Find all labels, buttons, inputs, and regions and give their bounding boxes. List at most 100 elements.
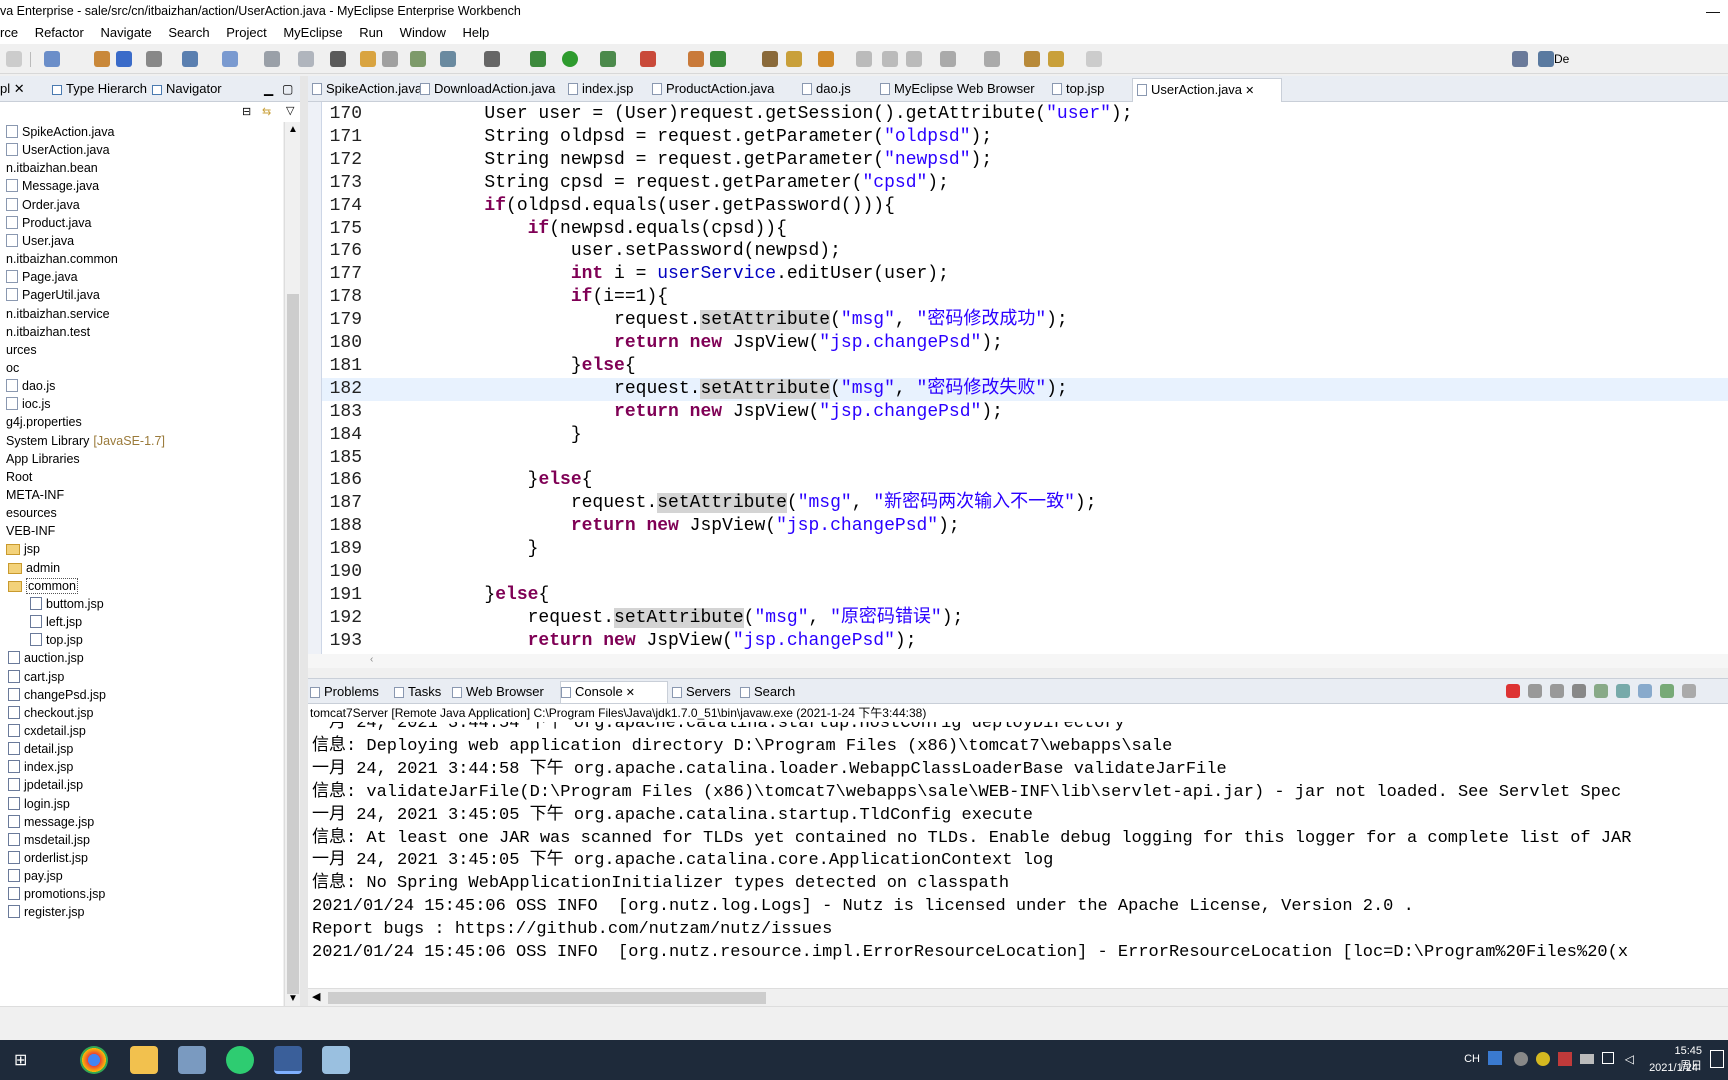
notepad-icon[interactable] xyxy=(322,1046,350,1074)
menu-search[interactable]: Search xyxy=(168,22,209,44)
code-line[interactable]: 191 }else{ xyxy=(322,584,1728,607)
console-output[interactable]: 一月 24, 2021 3:44:54 下午 org.apache.catali… xyxy=(308,722,1728,990)
ime-indicator[interactable]: CH xyxy=(1464,1053,1480,1065)
tree-item[interactable]: auction.jsp xyxy=(8,649,84,667)
tree-item[interactable]: buttom.jsp xyxy=(30,595,104,613)
code-line[interactable]: 186 }else{ xyxy=(322,469,1728,492)
open-type-icon[interactable] xyxy=(222,51,238,67)
tree-item[interactable]: SpikeAction.java xyxy=(6,123,114,141)
bottom-tab[interactable]: Console ✕ xyxy=(560,681,668,703)
scroll-up-icon[interactable]: ▲ xyxy=(288,124,298,135)
file-explorer-icon[interactable] xyxy=(130,1046,158,1074)
clock-date[interactable]: 2021/1/24 xyxy=(1649,1062,1698,1074)
code-line[interactable]: 173 String cpsd = request.getParameter("… xyxy=(322,172,1728,195)
menu-help[interactable]: Help xyxy=(463,22,490,44)
remove-all-icon[interactable] xyxy=(1550,684,1564,698)
run-config-icon[interactable] xyxy=(600,51,616,67)
tree-item[interactable]: pay.jsp xyxy=(8,867,63,885)
tree-item[interactable]: ioc.js xyxy=(6,395,50,413)
myeclipse-icon[interactable] xyxy=(274,1046,302,1074)
menu-run[interactable]: Run xyxy=(359,22,383,44)
code-line[interactable]: 172 String newpsd = request.getParameter… xyxy=(322,149,1728,172)
link-editor-icon[interactable]: ⇆ xyxy=(262,105,271,118)
minimize-button[interactable]: — xyxy=(1698,0,1728,22)
bottom-tab[interactable]: Search xyxy=(740,682,810,704)
tree-item[interactable]: PagerUtil.java xyxy=(6,286,100,304)
code-line[interactable]: 175 if(newpsd.equals(cpsd)){ xyxy=(322,218,1728,241)
tree-item[interactable]: n.itbaizhan.test xyxy=(6,323,90,341)
tree-item[interactable]: urces xyxy=(6,341,37,359)
code-line[interactable]: 170 User user = (User)request.getSession… xyxy=(322,103,1728,126)
scroll-left-icon[interactable]: ‹ xyxy=(370,654,373,665)
server-icon[interactable] xyxy=(116,51,132,67)
debug-icon[interactable] xyxy=(530,51,546,67)
menu-source[interactable]: rce xyxy=(0,22,18,44)
open-folder-icon[interactable] xyxy=(360,51,376,67)
tree-item[interactable]: oc xyxy=(6,359,19,377)
minimize-view-icon[interactable] xyxy=(1682,684,1696,698)
tree-item[interactable]: App Libraries xyxy=(6,450,80,468)
code-line[interactable]: 178 if(i==1){ xyxy=(322,286,1728,309)
perspective-icon[interactable] xyxy=(1512,51,1528,67)
chrome-icon[interactable] xyxy=(80,1046,108,1074)
code-line[interactable]: 171 String oldpsd = request.getParameter… xyxy=(322,126,1728,149)
tree-item[interactable]: promotions.jsp xyxy=(8,885,105,903)
qq-icon[interactable] xyxy=(1514,1052,1528,1066)
code-line[interactable]: 189 } xyxy=(322,538,1728,561)
code-line[interactable]: 182 request.setAttribute("msg", "密码修改失败"… xyxy=(322,377,1728,401)
terminate-icon[interactable] xyxy=(1506,684,1520,698)
code-line[interactable]: 193 return new JspView("jsp.changePsd"); xyxy=(322,630,1728,653)
scroll-left-icon[interactable]: ◀ xyxy=(312,990,320,1003)
tree-item[interactable]: cart.jsp xyxy=(8,668,64,686)
save-icon[interactable] xyxy=(6,51,22,67)
code-line[interactable]: 177 int i = userService.editUser(user); xyxy=(322,263,1728,286)
run-icon[interactable] xyxy=(562,51,578,67)
input-icon[interactable] xyxy=(1488,1051,1502,1065)
tree-item[interactable]: META-INF xyxy=(6,486,64,504)
browser-icon[interactable] xyxy=(298,51,314,67)
code-line[interactable]: 176 user.setPassword(newpsd); xyxy=(322,240,1728,263)
tree-item[interactable]: detail.jsp xyxy=(8,740,73,758)
tree-item[interactable]: Page.java xyxy=(6,268,78,286)
new-wizard-icon[interactable] xyxy=(44,51,60,67)
tree-item[interactable]: register.jsp xyxy=(8,903,84,921)
editor-tab[interactable]: MyEclipse Web Browser xyxy=(876,78,1044,102)
menu-myeclipse[interactable]: MyEclipse xyxy=(283,22,342,44)
next-annotation-icon[interactable] xyxy=(940,51,956,67)
pen-icon[interactable] xyxy=(786,51,802,67)
toggle-icon[interactable] xyxy=(882,51,898,67)
console-hscroll[interactable]: ◀ xyxy=(308,988,1728,1006)
tab-package-explorer[interactable]: pl ✕ xyxy=(0,79,40,101)
editor-hscroll[interactable]: ‹ xyxy=(308,654,1728,668)
view-splitter[interactable] xyxy=(300,76,308,1006)
tree-item[interactable]: index.jsp xyxy=(8,758,73,776)
code-editor[interactable]: 170 User user = (User)request.getSession… xyxy=(308,102,1728,654)
scroll-down-icon[interactable]: ▼ xyxy=(288,993,298,1004)
highlight-icon[interactable] xyxy=(818,51,834,67)
new-class-icon[interactable] xyxy=(688,51,704,67)
tree-item[interactable]: n.itbaizhan.service xyxy=(6,305,110,323)
close-icon[interactable]: ✕ xyxy=(623,687,635,699)
tree-item[interactable]: common xyxy=(8,577,78,595)
bottom-tab[interactable]: Problems xyxy=(310,682,390,704)
remove-launch-icon[interactable] xyxy=(1528,684,1542,698)
tree-item[interactable]: Product.java xyxy=(6,214,91,232)
screen-icon[interactable] xyxy=(484,51,500,67)
tree-item[interactable]: esources xyxy=(6,504,57,522)
tree-item[interactable]: checkout.jsp xyxy=(8,704,93,722)
menu-refactor[interactable]: Refactor xyxy=(35,22,84,44)
tree-item[interactable]: n.itbaizhan.bean xyxy=(6,159,98,177)
tree-item[interactable]: UserAction.java xyxy=(6,141,110,159)
view-menu-icon[interactable]: ▽ xyxy=(286,104,294,117)
bottom-tab[interactable]: Web Browser xyxy=(452,682,556,704)
open-task-icon[interactable] xyxy=(762,51,778,67)
annotation-icon[interactable] xyxy=(856,51,872,67)
tree-item[interactable]: left.jsp xyxy=(30,613,82,631)
code-line[interactable]: 188 return new JspView("jsp.changePsd"); xyxy=(322,515,1728,538)
open-perspective-icon[interactable] xyxy=(1538,51,1554,67)
back-icon[interactable] xyxy=(1048,51,1064,67)
notification-icon[interactable] xyxy=(1710,1050,1724,1068)
tree-item[interactable]: message.jsp xyxy=(8,813,94,831)
tree-scrollbar[interactable]: ▲ ▼ xyxy=(284,122,300,1006)
code-line[interactable]: 192 request.setAttribute("msg", "原密码错误")… xyxy=(322,607,1728,630)
